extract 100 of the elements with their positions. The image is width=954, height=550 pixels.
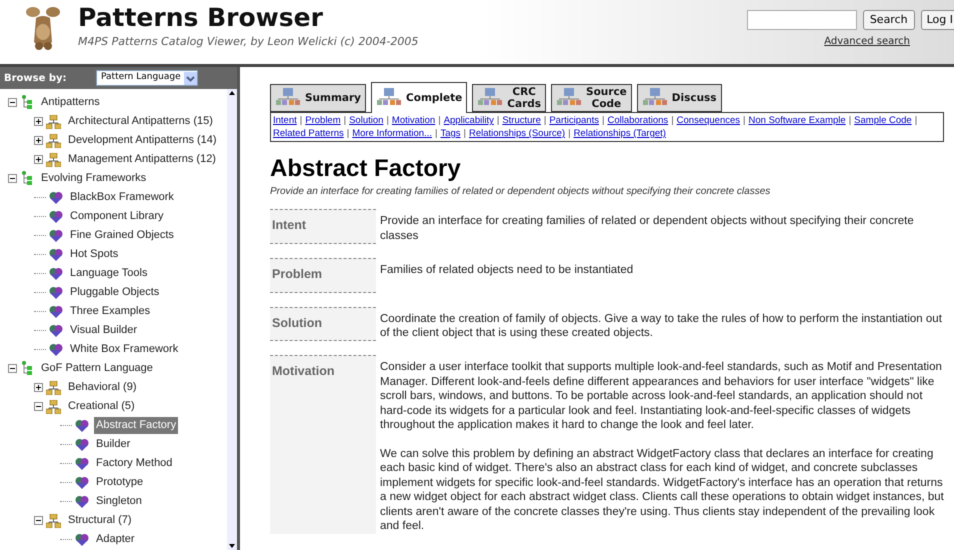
- section-link[interactable]: Sample Code: [854, 114, 912, 127]
- heart-icon: [49, 192, 63, 204]
- heart-icon: [49, 210, 63, 222]
- heart-icon: [49, 344, 63, 356]
- tree-item[interactable]: Language Tools: [68, 265, 150, 282]
- org-chart-icon: [46, 134, 61, 148]
- link-separator: |: [602, 114, 604, 127]
- tree-node-icon: [20, 361, 34, 376]
- tree-item[interactable]: Visual Builder: [68, 322, 140, 339]
- tree-item[interactable]: BlackBox Framework: [68, 189, 176, 206]
- link-separator: |: [464, 127, 466, 140]
- section-link[interactable]: Non Software Example: [748, 114, 846, 127]
- tree-item[interactable]: Evolving Frameworks: [39, 170, 148, 187]
- org-chart-icon: [642, 88, 668, 108]
- tree-item[interactable]: Three Examples: [68, 303, 152, 320]
- heart-icon: [49, 324, 63, 336]
- org-chart-icon: [46, 514, 61, 528]
- link-separator: |: [671, 114, 674, 127]
- scrollbar[interactable]: [227, 89, 237, 550]
- org-chart-icon: [556, 88, 582, 108]
- tree-node-icon: [20, 95, 34, 110]
- org-chart-icon: [376, 88, 402, 108]
- section-link[interactable]: Participants: [549, 114, 599, 127]
- heart-icon: [75, 476, 89, 488]
- section-label: Motivation: [270, 355, 376, 534]
- tree-item[interactable]: Factory Method: [94, 455, 174, 472]
- heart-icon: [75, 420, 89, 432]
- tree-item[interactable]: Hot Spots: [68, 246, 120, 263]
- tree-item[interactable]: Component Library: [68, 208, 166, 225]
- browse-label: Browse by:: [4, 72, 68, 86]
- section-link[interactable]: Problem: [305, 114, 341, 127]
- login-button[interactable]: Log I: [920, 10, 954, 30]
- tree-item[interactable]: Creational (5): [66, 398, 137, 415]
- tab[interactable]: Complete: [371, 82, 468, 113]
- org-chart-icon: [46, 380, 61, 394]
- tree-item[interactable]: Singleton: [94, 493, 144, 510]
- link-separator: |: [914, 114, 918, 127]
- app-title: Patterns Browser: [78, 2, 324, 34]
- section-link[interactable]: Consequences: [676, 114, 740, 127]
- heart-icon: [75, 496, 89, 508]
- heart-icon: [49, 286, 63, 298]
- tree-item[interactable]: Architectural Antipatterns (15): [66, 113, 215, 130]
- browse-dropdown[interactable]: Pattern Language: [96, 70, 198, 86]
- link-separator: |: [346, 127, 350, 140]
- section-text: Coordinate the creation of family of objects. Give a way to take the rules of how to perform the instantiation out of the client object that is using these created objects.: [380, 312, 943, 340]
- tree-item[interactable]: Behavioral (9): [66, 379, 138, 396]
- tab[interactable]: CRC Cards: [472, 84, 546, 112]
- section-text: Provide an interface for creating families of related or dependent objects without specifying their concrete classes: [380, 214, 915, 243]
- tree-item[interactable]: Builder: [94, 436, 132, 453]
- section-link[interactable]: Applicability: [444, 114, 494, 127]
- tree-item[interactable]: Adapter: [94, 531, 137, 548]
- section-text: Consider a user interface toolkit that supports multiple look-and-feel standards, such as Motif and Presentation Manager. Different look-and-feels define different appearances and behaviors for user interface "widgets" like scroll bars, windows, and buttons. To be portable across look-and-feel standards, an application should not hard-code its widgets for a particular look and feel. Instantiating look-and-feel-specific classes of widgets throughout the application makes it hard to change the look and feel later.: [380, 360, 943, 433]
- link-separator: |: [434, 127, 438, 140]
- link-separator: |: [386, 114, 389, 127]
- tree-item[interactable]: Prototype: [94, 474, 146, 491]
- section-label: Intent: [270, 209, 376, 244]
- tree-item[interactable]: White Box Framework: [68, 341, 180, 358]
- section-label: Problem: [270, 258, 376, 292]
- search-button[interactable]: Search: [862, 10, 915, 30]
- advanced-search-link[interactable]: Advanced search: [824, 34, 910, 49]
- section-link[interactable]: Relationships (Source): [468, 127, 566, 140]
- heart-icon: [49, 230, 63, 242]
- section-link[interactable]: Tags: [440, 127, 461, 140]
- tree-item[interactable]: Development Antipatterns (14): [66, 132, 219, 149]
- tree-item[interactable]: Structural (7): [66, 512, 134, 529]
- link-separator: |: [496, 114, 500, 127]
- link-separator: |: [544, 114, 546, 127]
- section-link[interactable]: Intent: [273, 114, 297, 127]
- link-separator: |: [344, 114, 346, 127]
- org-chart-icon: [46, 114, 61, 128]
- tree-node-icon: [20, 171, 34, 186]
- tree-item[interactable]: Fine Grained Objects: [68, 227, 176, 244]
- section-link[interactable]: Motivation: [392, 114, 436, 127]
- tree-item[interactable]: Pluggable Objects: [68, 284, 162, 301]
- heart-icon: [75, 534, 89, 546]
- section-link[interactable]: Related Patterns: [273, 127, 344, 140]
- section-label: Solution: [270, 306, 376, 342]
- section-link[interactable]: More Information...: [352, 127, 432, 140]
- tree-item[interactable]: Abstract Factory: [94, 417, 178, 434]
- section-link[interactable]: Relationships (Target): [574, 127, 666, 140]
- pattern-summary: Provide an interface for creating families of related or dependent objects without specifying their concrete classes: [270, 185, 772, 199]
- link-separator: |: [300, 114, 302, 127]
- section-text: We can solve this problem by defining an abstract WidgetFactory class that declares an interface for creating each basic kind of widget. There's also an abstract class for each kind of widget, and concrete subclasses implement widgets for specific look-and-feel standards. WidgetFactory's interface has an operation that returns a new widget object for each abstract widget class. Clients call these operations to obtain widget instances, but clients aren't aware of the concrete classes they're using. Thus clients stay independent of the prevailing look and feel.: [380, 446, 944, 534]
- org-chart-icon: [477, 88, 504, 108]
- section-link[interactable]: Structure: [502, 114, 541, 127]
- link-separator: |: [743, 114, 746, 127]
- tab[interactable]: Discuss: [636, 84, 722, 112]
- search-field[interactable]: [746, 10, 857, 30]
- logo-icon: [24, 4, 62, 52]
- org-chart-icon: [275, 88, 301, 108]
- tab[interactable]: Summary: [270, 84, 366, 112]
- tree-item[interactable]: Management Antipatterns (12): [66, 151, 218, 168]
- tab[interactable]: Source Code: [551, 84, 632, 112]
- section-link[interactable]: Solution: [349, 114, 384, 127]
- section-link[interactable]: Collaborations: [607, 114, 668, 127]
- tree-item[interactable]: GoF Pattern Language: [39, 360, 155, 377]
- tree-item[interactable]: Antipatterns: [39, 94, 102, 111]
- app-subtitle: M4PS Patterns Catalog Viewer, by Leon Welicki (c) 2004-2005: [78, 34, 418, 50]
- scroll-down-icon: [227, 542, 237, 550]
- org-chart-icon: [46, 400, 61, 414]
